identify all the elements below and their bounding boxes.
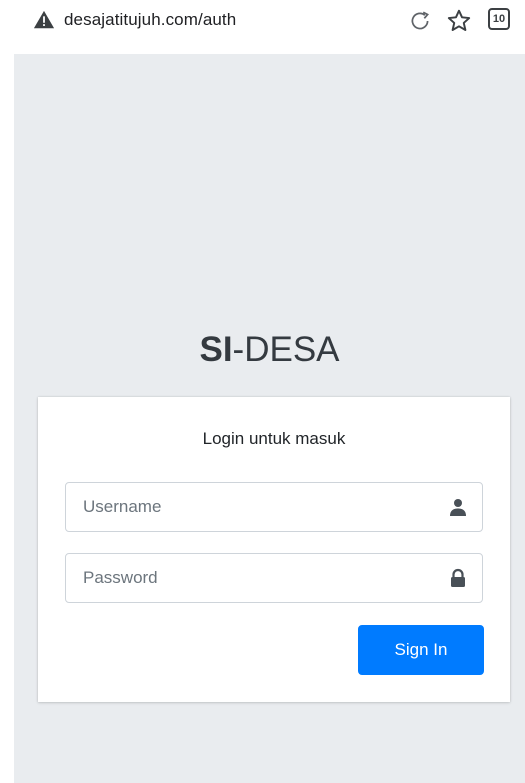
login-page: SI-DESA Login untuk masuk Sign In <box>14 54 525 783</box>
reload-icon[interactable] <box>407 8 433 34</box>
tabs-icon[interactable]: 10 <box>488 8 510 30</box>
login-card: Login untuk masuk Sign In <box>38 397 510 702</box>
logo-bold: SI <box>199 330 233 369</box>
password-input[interactable] <box>66 554 426 602</box>
login-box-message: Login untuk masuk <box>202 429 346 448</box>
user-icon <box>450 499 466 516</box>
tab-count: 10 <box>492 13 506 25</box>
browser-toolbar: desajatitujuh.com/auth 10 <box>0 0 525 42</box>
username-input[interactable] <box>66 483 426 531</box>
warning-icon[interactable] <box>33 9 55 31</box>
app-logo[interactable]: SI-DESA <box>14 330 525 370</box>
sign-in-button[interactable]: Sign In <box>358 625 484 675</box>
password-group <box>65 553 483 603</box>
star-icon[interactable] <box>446 8 472 34</box>
lock-icon <box>451 568 465 587</box>
address-bar-url[interactable]: desajatitujuh.com/auth <box>64 10 236 30</box>
logo-rest: -DESA <box>232 330 340 369</box>
username-group <box>65 482 483 532</box>
